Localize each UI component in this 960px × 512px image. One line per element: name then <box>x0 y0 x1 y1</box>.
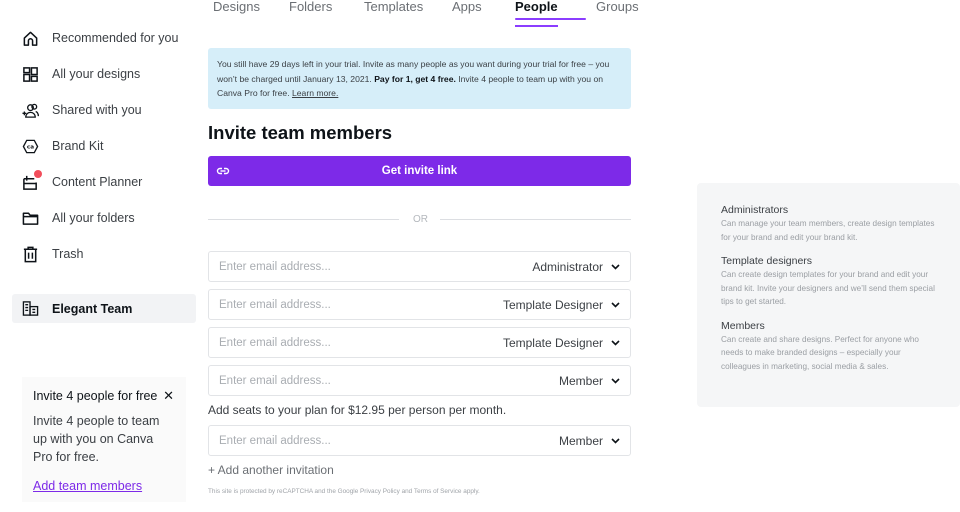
divider-line <box>208 218 399 220</box>
role-info-desc: Can create and share designs. Perfect fo… <box>721 334 919 371</box>
recaptcha-notice: This site is protected by reCAPTCHA and … <box>208 488 480 495</box>
sidebar-item-brand-kit[interactable]: ca Brand Kit <box>12 132 196 160</box>
tab-apps[interactable]: Apps <box>452 0 515 22</box>
page-title: Invite team members <box>208 122 393 143</box>
email-input[interactable] <box>209 434 559 447</box>
promo-title: Invite 4 people for free <box>33 389 158 403</box>
role-info-desc: Can manage your team members, create des… <box>721 219 935 242</box>
folder-icon <box>21 209 39 227</box>
role-select[interactable]: Administrator <box>532 260 630 274</box>
sidebar-item-label: Shared with you <box>52 103 142 117</box>
chevron-down-icon <box>611 339 620 346</box>
role-value: Template Designer <box>502 297 603 312</box>
chevron-down-icon <box>611 263 620 270</box>
sidebar-item-content-planner[interactable]: Content Planner <box>12 168 196 196</box>
sidebar: Recommended for you All your designs Sha… <box>0 0 200 512</box>
or-label: OR <box>413 213 428 225</box>
trash-icon <box>21 245 39 263</box>
top-tabs: Designs Folders Templates Apps People Gr… <box>213 0 656 27</box>
role-select[interactable]: Template Designer <box>503 336 630 350</box>
role-info-title: Members <box>721 319 765 332</box>
invite-row: Member <box>208 365 631 396</box>
email-input[interactable] <box>209 374 559 387</box>
or-divider: OR <box>208 213 631 225</box>
role-select[interactable]: Template Designer <box>503 298 630 312</box>
get-invite-link-label: Get invite link <box>381 165 458 177</box>
home-icon <box>21 29 39 47</box>
close-icon[interactable]: ✕ <box>163 388 174 404</box>
role-info-title: Administrators <box>721 204 789 216</box>
sidebar-item-label: Recommended for you <box>52 31 179 45</box>
sidebar-item-folders[interactable]: All your folders <box>12 204 196 232</box>
tab-designs[interactable]: Designs <box>213 0 289 22</box>
sidebar-item-label: Brand Kit <box>52 139 104 153</box>
role-value: Template Designer <box>502 335 603 350</box>
brand-kit-icon: ca <box>21 137 39 155</box>
sidebar-item-recommended[interactable]: Recommended for you <box>12 24 196 52</box>
sidebar-item-trash[interactable]: Trash <box>12 240 196 268</box>
team-building-icon <box>21 300 39 318</box>
invite-row: Administrator <box>208 251 631 282</box>
role-value: Administrator <box>532 259 603 274</box>
invite-promo-card: Invite 4 people for free ✕ Invite 4 peop… <box>22 377 186 502</box>
add-team-members-link[interactable]: Add team members <box>33 479 176 493</box>
role-select[interactable]: Member <box>559 434 630 448</box>
sidebar-item-label: Content Planner <box>52 175 143 189</box>
role-info-template-designers: Template designers Can create design tem… <box>721 254 960 309</box>
calendar-icon <box>21 170 42 191</box>
tab-people-label: People <box>515 0 558 27</box>
trial-banner: You still have 29 days left in your tria… <box>208 48 631 109</box>
divider-line <box>440 218 631 220</box>
role-info-members: Members Can create and share designs. Pe… <box>721 319 960 374</box>
seats-pricing-text: Add seats to your plan for $12.95 per pe… <box>208 403 507 417</box>
tab-templates[interactable]: Templates <box>364 0 452 22</box>
get-invite-link-button[interactable]: Get invite link <box>208 156 631 186</box>
promo-body: Invite 4 people to team up with you on C… <box>33 414 160 464</box>
sidebar-item-label: Trash <box>52 247 84 261</box>
sidebar-item-team[interactable]: Elegant Team <box>12 294 196 323</box>
svg-text:ca: ca <box>26 144 33 150</box>
tab-folders[interactable]: Folders <box>289 0 364 22</box>
role-value: Member <box>558 433 603 448</box>
shared-users-icon <box>21 101 39 119</box>
role-info-administrators: Administrators Can manage your team memb… <box>721 203 960 244</box>
sidebar-item-label: All your designs <box>52 67 141 81</box>
notification-dot <box>34 170 42 178</box>
role-info-title: Template designers <box>721 255 813 267</box>
chevron-down-icon <box>611 301 620 308</box>
add-another-invitation-button[interactable]: + Add another invitation <box>208 463 334 477</box>
email-input[interactable] <box>209 260 533 273</box>
grid-icon <box>21 65 39 83</box>
tab-groups[interactable]: Groups <box>596 0 656 22</box>
chevron-down-icon <box>611 437 620 444</box>
trial-offer: Pay for 1, get 4 free. <box>374 73 456 84</box>
sidebar-item-label: All your folders <box>52 211 135 225</box>
role-value: Member <box>558 373 603 388</box>
roles-info-panel: Administrators Can manage your team memb… <box>697 183 960 407</box>
sidebar-item-all-designs[interactable]: All your designs <box>12 60 196 88</box>
email-input[interactable] <box>209 298 503 311</box>
sidebar-item-shared[interactable]: Shared with you <box>12 96 196 124</box>
learn-more-link[interactable]: Learn more. <box>292 88 338 98</box>
invite-row: Template Designer <box>208 289 631 320</box>
tab-people[interactable]: People <box>515 0 586 27</box>
role-info-desc: Can create design templates for your bra… <box>721 270 935 306</box>
link-icon <box>216 167 230 175</box>
team-name: Elegant Team <box>52 301 133 316</box>
invite-row: Template Designer <box>208 327 631 358</box>
chevron-down-icon <box>611 377 620 384</box>
email-input[interactable] <box>209 336 503 349</box>
invite-row: Member <box>208 425 631 456</box>
role-select[interactable]: Member <box>559 374 630 388</box>
